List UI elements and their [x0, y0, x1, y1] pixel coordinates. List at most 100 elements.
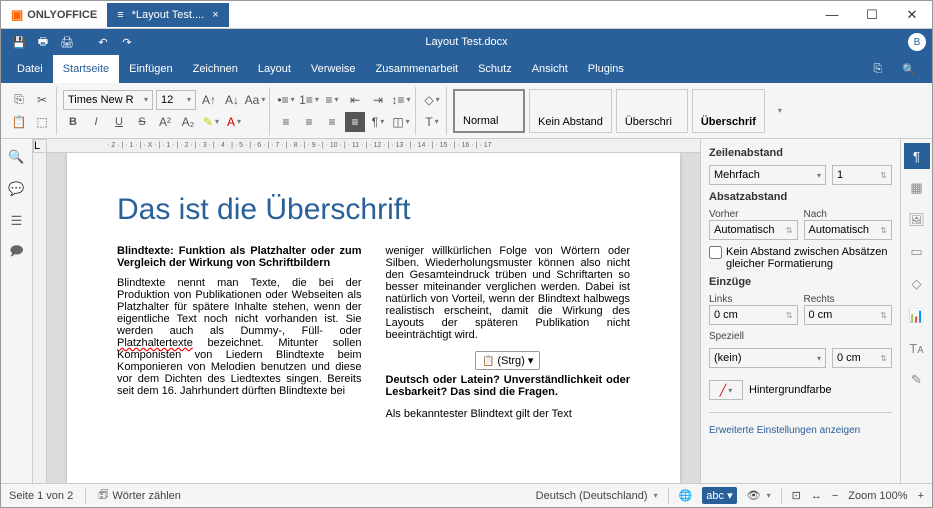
justify-button[interactable]: ≡: [345, 112, 365, 132]
menu-einfuegen[interactable]: Einfügen: [119, 55, 182, 83]
paste-options-badge[interactable]: 📋 (Strg) ▾: [475, 351, 540, 370]
zoom-label[interactable]: Zoom 100%: [848, 490, 907, 502]
align-left-button[interactable]: ≡: [276, 112, 296, 132]
find-icon[interactable]: 🔍: [7, 147, 27, 167]
decrease-indent-button[interactable]: ⇤: [345, 90, 365, 110]
document-page[interactable]: Das ist die Überschrift Blindtexte: Funk…: [67, 153, 680, 483]
save-button[interactable]: 💾: [7, 31, 31, 53]
font-size-select[interactable]: 12: [156, 90, 196, 110]
underline-button[interactable]: U: [109, 112, 129, 132]
style-normal[interactable]: Normal: [453, 89, 525, 133]
status-bar: Seite 1 von 2 🗊Wörter zählen Deutsch (De…: [1, 483, 932, 507]
feedback-icon[interactable]: 🗩: [7, 243, 27, 263]
change-case-button[interactable]: Aa: [245, 90, 265, 110]
insert-textart-button[interactable]: T: [422, 112, 442, 132]
titlebar: ONLYOFFICE ≡ *Layout Test.... × — ☐ ✕: [1, 1, 932, 29]
menu-verweise[interactable]: Verweise: [301, 55, 366, 83]
paragraph-tab-icon[interactable]: ¶: [904, 143, 930, 169]
fit-page-button[interactable]: ⊡: [792, 489, 801, 502]
header-tab-icon[interactable]: ▭: [904, 239, 930, 265]
print-button[interactable]: 🖶: [31, 31, 55, 53]
increase-indent-button[interactable]: ⇥: [368, 90, 388, 110]
special-indent-select[interactable]: (kein): [709, 348, 826, 368]
style-heading2[interactable]: Überschrif: [692, 89, 765, 133]
spacing-after-input[interactable]: Automatisch: [804, 220, 893, 240]
superscript-button[interactable]: A²: [155, 112, 175, 132]
open-location-button[interactable]: ⎘: [863, 55, 892, 83]
track-mode-select[interactable]: 👁: [747, 489, 771, 502]
align-center-button[interactable]: ≡: [299, 112, 319, 132]
ribbon-toolbar: ⎘✂ 📋⬚ Times New R 12 A↑ A↓ Aa B I U S A²…: [1, 83, 932, 139]
bullets-button[interactable]: •≡: [276, 90, 296, 110]
menu-datei[interactable]: Datei: [7, 55, 53, 83]
line-spacing-button[interactable]: ↕≡: [391, 90, 411, 110]
headings-icon[interactable]: ☰: [7, 211, 27, 231]
subscript-button[interactable]: A₂: [178, 112, 198, 132]
chart-tab-icon[interactable]: 📊: [904, 303, 930, 329]
document-tab[interactable]: ≡ *Layout Test.... ×: [107, 3, 228, 27]
style-kein-abstand[interactable]: Kein Abstand: [529, 89, 612, 133]
fit-width-button[interactable]: ↔: [811, 490, 822, 502]
increase-size-button[interactable]: A↑: [199, 90, 219, 110]
horizontal-ruler[interactable]: · 2 · | · 1 · | · X · | · 1 · | · 2 · | …: [47, 139, 700, 153]
redo-button[interactable]: ↷: [115, 31, 139, 53]
numbering-button[interactable]: 1≡: [299, 90, 319, 110]
insert-shape-button[interactable]: ◇: [422, 90, 442, 110]
strike-button[interactable]: S: [132, 112, 152, 132]
italic-button[interactable]: I: [86, 112, 106, 132]
vertical-ruler[interactable]: [33, 153, 47, 483]
font-color-button[interactable]: A: [224, 112, 244, 132]
line-spacing-select[interactable]: Mehrfach: [709, 165, 826, 185]
language-select[interactable]: Deutsch (Deutschland): [536, 490, 658, 502]
close-button[interactable]: ✕: [892, 1, 932, 29]
zoom-in-button[interactable]: +: [918, 490, 924, 502]
user-avatar[interactable]: B: [908, 33, 926, 51]
table-tab-icon[interactable]: ▦: [904, 175, 930, 201]
menu-plugins[interactable]: Plugins: [578, 55, 634, 83]
minimize-button[interactable]: —: [812, 1, 852, 29]
highlight-button[interactable]: ✎: [201, 112, 221, 132]
menu-startseite[interactable]: Startseite: [53, 55, 119, 83]
menu-ansicht[interactable]: Ansicht: [522, 55, 578, 83]
image-tab-icon[interactable]: 🖼: [904, 207, 930, 233]
word-count[interactable]: 🗊Wörter zählen: [98, 486, 181, 505]
line-spacing-value[interactable]: 1: [832, 165, 892, 185]
spellcheck-toggle[interactable]: 🌐: [679, 489, 693, 502]
menu-zeichnen[interactable]: Zeichnen: [183, 55, 248, 83]
bold-button[interactable]: B: [63, 112, 83, 132]
shape-tab-icon[interactable]: ◇: [904, 271, 930, 297]
shading-button[interactable]: ◫: [391, 112, 411, 132]
copy-button[interactable]: ⎘: [9, 90, 29, 110]
advanced-settings-link[interactable]: Erweiterte Einstellungen anzeigen: [709, 425, 892, 436]
style-gallery-expand[interactable]: [769, 101, 789, 121]
page-indicator[interactable]: Seite 1 von 2: [9, 490, 73, 502]
comments-icon[interactable]: 💬: [7, 179, 27, 199]
paste-button[interactable]: 📋: [9, 112, 29, 132]
quick-print-button[interactable]: 🖨: [55, 31, 79, 53]
align-right-button[interactable]: ≡: [322, 112, 342, 132]
menu-schutz[interactable]: Schutz: [468, 55, 522, 83]
tab-close-icon[interactable]: ×: [212, 9, 218, 21]
search-button[interactable]: 🔍: [892, 55, 926, 83]
style-heading1[interactable]: Überschri: [616, 89, 688, 133]
menu-zusammenarbeit[interactable]: Zusammenarbeit: [366, 55, 469, 83]
menu-layout[interactable]: Layout: [248, 55, 301, 83]
textart-tab-icon[interactable]: Tᴀ: [904, 335, 930, 361]
multilevel-button[interactable]: ≡: [322, 90, 342, 110]
signature-tab-icon[interactable]: ✎: [904, 367, 930, 393]
maximize-button[interactable]: ☐: [852, 1, 892, 29]
zoom-out-button[interactable]: −: [832, 490, 838, 502]
spacing-before-input[interactable]: Automatisch: [709, 220, 798, 240]
cut-button[interactable]: ✂: [32, 90, 52, 110]
track-changes-toggle[interactable]: abc ▾: [702, 487, 736, 504]
select-all-button[interactable]: ⬚: [32, 112, 52, 132]
special-indent-value[interactable]: 0 cm: [832, 348, 892, 368]
undo-button[interactable]: ↶: [91, 31, 115, 53]
bg-color-picker[interactable]: ╱: [709, 380, 743, 400]
no-spacing-checkbox[interactable]: [709, 246, 722, 259]
indent-left-input[interactable]: 0 cm: [709, 305, 798, 325]
decrease-size-button[interactable]: A↓: [222, 90, 242, 110]
font-family-select[interactable]: Times New R: [63, 90, 153, 110]
nonprinting-button[interactable]: ¶: [368, 112, 388, 132]
indent-right-input[interactable]: 0 cm: [804, 305, 893, 325]
